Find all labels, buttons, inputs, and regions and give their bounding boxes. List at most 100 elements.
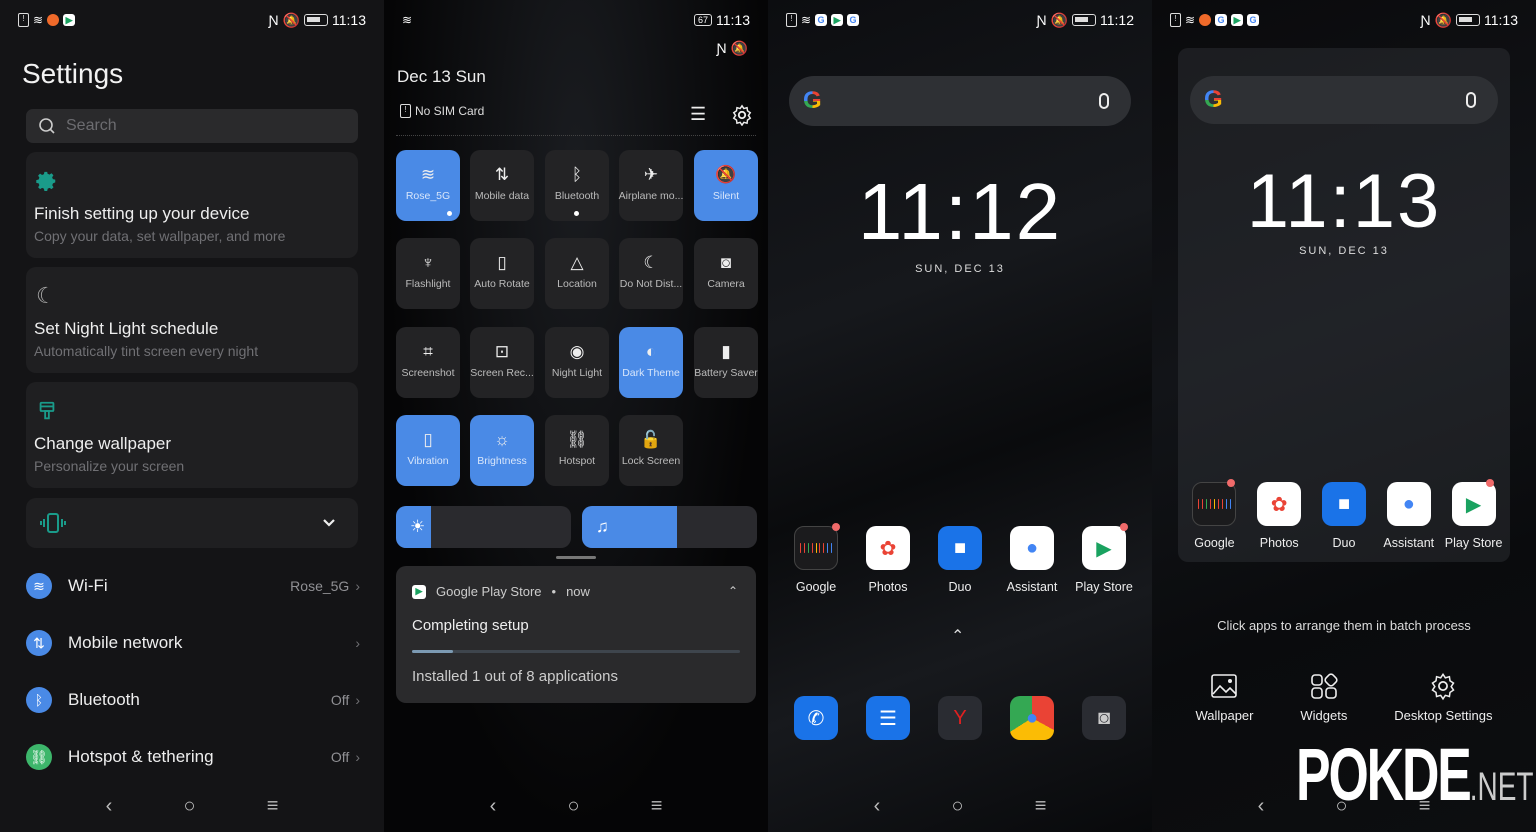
suggestion-card-setup[interactable]: Finish setting up your device Copy your … <box>26 152 358 258</box>
app-photos[interactable]: ✿ Photos <box>1247 482 1312 550</box>
option-label: Wallpaper <box>1195 708 1254 723</box>
back-button[interactable]: ‹ <box>106 795 113 818</box>
wallpaper-option[interactable]: Wallpaper <box>1195 670 1253 723</box>
settings-row-mobile-network[interactable]: ⇅ Mobile network › <box>26 623 360 663</box>
play-store-icon: ▶ <box>412 584 426 599</box>
row-label: Mobile network <box>68 633 183 652</box>
tile-label: Battery Saver <box>694 367 758 379</box>
app-duo[interactable]: ■ Duo <box>924 526 996 594</box>
suggestion-card-wallpaper[interactable]: Change wallpaper Personalize your screen <box>26 382 358 488</box>
status-bar: ! ≋ G ▶ G Ɲ 🔕 11:12 <box>786 10 1134 30</box>
brightness-slider[interactable]: ☀ <box>396 506 571 548</box>
quick-tile-mobile-data[interactable]: ⇅ Mobile data <box>470 150 534 221</box>
folder-app-icon <box>811 543 813 553</box>
panel-drag-handle[interactable] <box>556 556 596 559</box>
app-assistant[interactable]: ● Assistant <box>1376 482 1441 550</box>
app-label: Google <box>795 580 837 594</box>
suggestion-card-night-light[interactable]: ☾ Set Night Light schedule Automatically… <box>26 267 358 373</box>
quick-tile-battery-saver[interactable]: ▮ Battery Saver <box>694 327 758 398</box>
brightness-fill: ☀ <box>396 506 431 548</box>
search-input[interactable]: Search <box>26 109 358 143</box>
battery-icon <box>1072 14 1096 26</box>
clock-widget[interactable]: 11:13 <box>1178 158 1510 245</box>
quick-tile-vibration[interactable]: ▯ Vibration <box>396 415 460 486</box>
chevron-up-icon[interactable]: ⌃ <box>951 626 964 646</box>
recents-button[interactable]: ≡ <box>1035 795 1047 818</box>
quick-tile-location[interactable]: △ Location <box>545 238 609 309</box>
watermark-brand: POKDE <box>1296 733 1472 816</box>
settings-row-wifi[interactable]: ≋ Wi-Fi Rose_5G › <box>26 566 360 606</box>
quick-tile-silent[interactable]: 🔕 Silent <box>694 150 758 221</box>
home-button[interactable]: ○ <box>567 795 579 818</box>
quick-tile-brightness[interactable]: ☼ Brightness <box>470 415 534 486</box>
recents-button[interactable]: ≡ <box>267 795 279 818</box>
app-play-store[interactable]: ▶ Play Store <box>1441 479 1506 550</box>
back-button[interactable]: ‹ <box>490 795 497 818</box>
microphone-icon[interactable] <box>1099 93 1109 109</box>
folder-app-icon <box>1198 499 1200 509</box>
notification-badge <box>1226 479 1235 487</box>
quick-tile-bluetooth[interactable]: ᛒ Bluetooth <box>545 150 609 221</box>
collapse-icon[interactable]: ⌃ <box>728 584 738 598</box>
app-messages[interactable]: ☰ <box>852 696 924 740</box>
quick-tile-screenshot[interactable]: ⌗ Screenshot <box>396 327 460 398</box>
app-play-store[interactable]: ▶ Play Store <box>1068 523 1140 594</box>
back-button[interactable]: ‹ <box>874 795 881 818</box>
quick-tile-night-light[interactable]: ◉ Night Light <box>545 327 609 398</box>
tile-icon: ✈ <box>643 165 659 184</box>
folder-app-icon <box>831 543 833 553</box>
microphone-icon[interactable] <box>1466 92 1476 108</box>
play-store-icon: ▶ <box>1082 526 1126 570</box>
sim-icon: ! <box>1170 13 1181 27</box>
notification-card[interactable]: ▶ Google Play Store • now ⌃ Completing s… <box>396 566 756 703</box>
app-google[interactable]: Google <box>1182 479 1247 550</box>
tile-icon: 🔕 <box>715 165 737 184</box>
tile-label: Flashlight <box>405 278 451 290</box>
app-google[interactable]: Google <box>780 523 852 594</box>
app-camera[interactable]: ◙ <box>1068 696 1140 740</box>
settings-row-bluetooth[interactable]: ᛒ Bluetooth Off › <box>26 680 360 720</box>
duo-icon: ■ <box>938 526 982 570</box>
folder-app-icon <box>827 543 829 553</box>
google-search-bar[interactable]: G <box>789 76 1131 126</box>
gear-icon[interactable] <box>731 104 753 126</box>
app-phone[interactable]: ✆ <box>780 696 852 740</box>
quick-tile-screen-rec[interactable]: ⊡ Screen Rec... <box>470 327 534 398</box>
quick-tile-lock-screen[interactable]: 🔓 Lock Screen <box>619 415 683 486</box>
chevron-down-icon[interactable] <box>322 518 336 528</box>
desktop-settings-option[interactable]: Desktop Settings <box>1394 670 1493 723</box>
recents-button[interactable]: ≡ <box>651 795 663 818</box>
settings-row-hotspot[interactable]: ⛓ Hotspot & tethering Off › <box>26 737 360 777</box>
app-duo[interactable]: ■ Duo <box>1312 482 1377 550</box>
quick-tile-camera[interactable]: ◙ Camera <box>694 238 758 309</box>
quick-tile-do-not-dist[interactable]: ☾ Do Not Dist... <box>619 238 683 309</box>
widgets-option[interactable]: Widgets <box>1300 670 1347 723</box>
home-button[interactable]: ○ <box>951 795 963 818</box>
status-time: 11:12 <box>1100 12 1134 28</box>
brush-icon <box>39 401 55 420</box>
tile-label: Do Not Dist... <box>619 278 683 290</box>
google-search-bar[interactable]: G <box>1190 76 1498 124</box>
assistant-icon: ● <box>1386 482 1431 526</box>
app-game-space[interactable]: Y <box>924 696 996 740</box>
battery-icon <box>1456 14 1480 26</box>
quick-tile-airplane-mo[interactable]: ✈ Airplane mo... <box>619 150 683 221</box>
quick-tile-hotspot[interactable]: ⛓ Hotspot <box>545 415 609 486</box>
app-assistant[interactable]: ● Assistant <box>996 526 1068 594</box>
clock-widget[interactable]: 11:12 <box>768 166 1152 258</box>
back-button[interactable]: ‹ <box>1258 795 1265 818</box>
quick-tile-auto-rotate[interactable]: ▯ Auto Rotate <box>470 238 534 309</box>
chrome-icon: ● <box>1010 696 1054 740</box>
app-photos[interactable]: ✿ Photos <box>852 526 924 594</box>
quick-tile-flashlight[interactable]: ♆ Flashlight <box>396 238 460 309</box>
google-icon: G <box>1215 14 1228 26</box>
volume-slider[interactable]: ♫ <box>582 506 757 548</box>
suggestion-collapsed-card[interactable] <box>26 498 358 548</box>
edit-tiles-icon[interactable]: ☰ <box>690 104 706 125</box>
quick-tile-dark-theme[interactable]: ◐ Dark Theme <box>619 327 683 398</box>
home-button[interactable]: ○ <box>183 795 195 818</box>
quick-tile-rose-5g[interactable]: ≋ Rose_5G <box>396 150 460 221</box>
folder-app-icon <box>800 543 801 553</box>
watermark-suffix: .NET <box>1469 765 1534 809</box>
app-chrome[interactable]: ● <box>996 696 1068 740</box>
